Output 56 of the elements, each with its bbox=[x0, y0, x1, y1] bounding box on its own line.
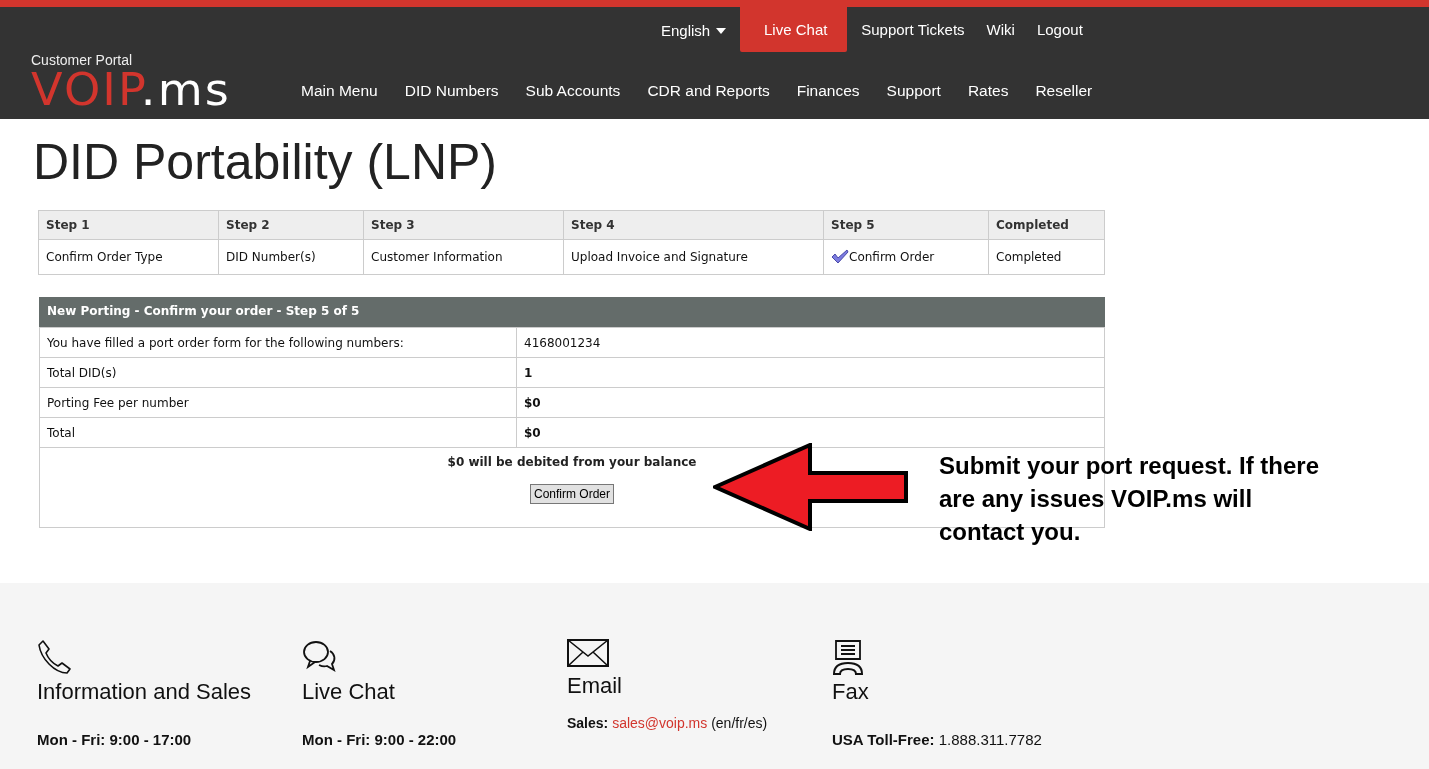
logo[interactable]: VOIP.ms bbox=[31, 68, 231, 112]
nav-link[interactable]: Support bbox=[886, 82, 941, 100]
top-link[interactable]: Support Tickets bbox=[850, 7, 976, 51]
step-heading: Step 5 bbox=[823, 210, 989, 240]
table-cell: $0 bbox=[516, 417, 1105, 448]
phone-icon bbox=[37, 639, 73, 675]
table-cell: Total bbox=[39, 417, 517, 448]
footer-heading: Fax bbox=[832, 679, 869, 706]
footer-label: USA Toll-Free: bbox=[832, 731, 935, 748]
table-cell: $0 bbox=[516, 387, 1105, 418]
top-link[interactable]: Logout bbox=[1025, 7, 1094, 51]
footer-text: (en/fr/es) bbox=[711, 715, 768, 731]
step-cell: Customer Information bbox=[363, 239, 564, 275]
step-heading: Step 2 bbox=[218, 210, 364, 240]
footer-text: 1.888.311.7782 bbox=[938, 731, 1042, 748]
footer-heading: Email bbox=[567, 673, 622, 700]
step-cell: Confirm Order bbox=[823, 239, 989, 275]
nav-link[interactable]: CDR and Reports bbox=[647, 82, 770, 100]
table-cell: Total DID(s) bbox=[39, 357, 517, 388]
top-link[interactable]: Live Chat bbox=[740, 7, 848, 52]
callout-text: Submit your port request. If there are any issues VOIP.ms will contact you. bbox=[939, 451, 1321, 547]
footer-heading: Information and Sales bbox=[37, 679, 252, 706]
step-cell: Completed bbox=[988, 239, 1105, 275]
balance-notice: $0 will be debited from your balance bbox=[447, 455, 697, 469]
logo-caption: Customer Portal bbox=[31, 52, 134, 68]
nav-link[interactable]: DID Numbers bbox=[404, 82, 499, 100]
step-cell: Confirm Order Type bbox=[38, 239, 219, 275]
nav-link[interactable]: Finances bbox=[796, 82, 860, 100]
envelope-icon bbox=[567, 639, 609, 667]
nav-link[interactable]: Reseller bbox=[1035, 82, 1093, 100]
footer-label: Mon - Fri: 9:00 - 17:00 bbox=[37, 731, 192, 748]
nav-link[interactable]: Rates bbox=[967, 82, 1009, 100]
nav-link[interactable]: Sub Accounts bbox=[525, 82, 621, 100]
step-heading: Step 1 bbox=[38, 210, 219, 240]
step-heading: Completed bbox=[988, 210, 1105, 240]
top-link[interactable]: Wiki bbox=[975, 7, 1026, 51]
step-cell: DID Number(s) bbox=[218, 239, 364, 275]
confirm-order-button[interactable]: Confirm Order bbox=[530, 484, 614, 504]
step-heading: Step 3 bbox=[363, 210, 564, 240]
fax-icon bbox=[832, 639, 864, 675]
caret-icon bbox=[716, 27, 727, 34]
table-cell: Porting Fee per number bbox=[39, 387, 517, 418]
table-cell: 1 bbox=[516, 357, 1105, 388]
table-cell: You have filled a port order form for the following numbers: bbox=[39, 327, 517, 358]
footer-label: Mon - Fri: 9:00 - 22:00 bbox=[302, 731, 457, 748]
step-heading: Step 4 bbox=[563, 210, 824, 240]
table-cell: 4168001234 bbox=[516, 327, 1105, 358]
language-dropdown[interactable]: English bbox=[661, 7, 727, 39]
page-title: DID Portability (LNP) bbox=[33, 133, 498, 192]
footer-heading: Live Chat bbox=[302, 679, 395, 706]
step-cell: Upload Invoice and Signature bbox=[563, 239, 824, 275]
order-heading: New Porting - Confirm your order - Step 5 of 5 bbox=[39, 297, 1105, 327]
email-link[interactable]: sales@voip.ms bbox=[612, 715, 708, 731]
arrow-icon bbox=[713, 443, 909, 531]
footer-label: Sales: bbox=[567, 715, 609, 731]
nav-link[interactable]: Main Menu bbox=[301, 82, 378, 100]
